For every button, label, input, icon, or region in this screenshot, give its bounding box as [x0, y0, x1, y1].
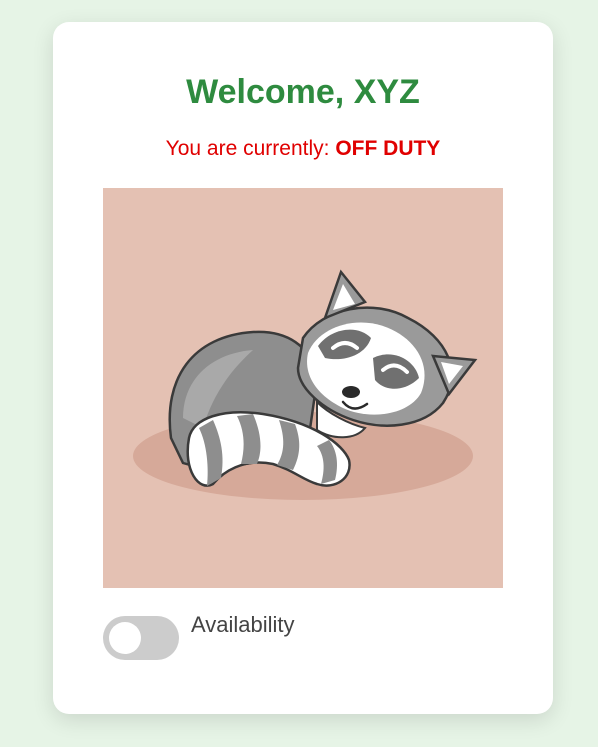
welcome-card: Welcome, XYZ You are currently: OFF DUTY — [53, 22, 553, 714]
duty-status: You are currently: OFF DUTY — [53, 136, 553, 162]
toggle-knob — [109, 622, 141, 654]
page-title: Welcome, XYZ — [186, 73, 420, 111]
status-value: OFF DUTY — [335, 137, 441, 160]
raccoon-image — [103, 188, 503, 588]
availability-toggle[interactable] — [103, 616, 179, 660]
availability-label: Availability — [191, 612, 295, 637]
status-prefix: You are currently: — [165, 137, 330, 160]
sleeping-raccoon-illustration — [133, 269, 478, 500]
